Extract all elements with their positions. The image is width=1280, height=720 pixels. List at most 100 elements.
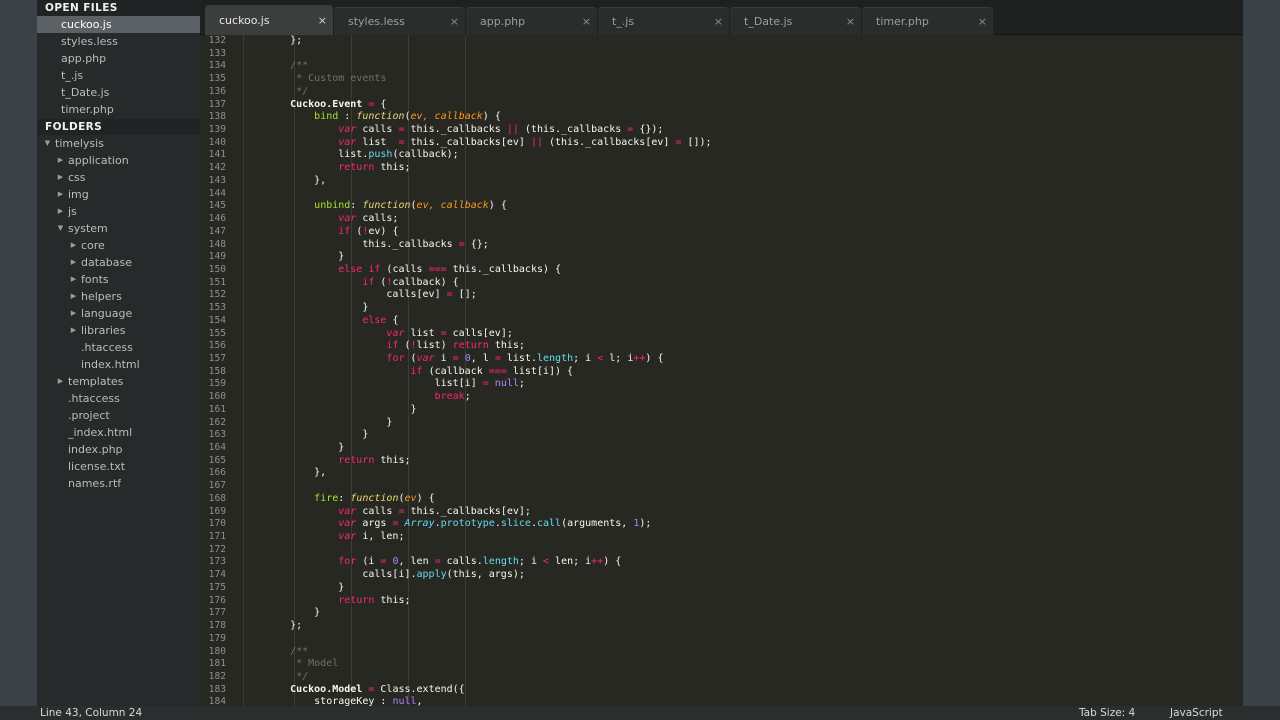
tree-file-item[interactable]: ▶.project <box>37 407 200 424</box>
tree-folder-item[interactable]: ▶fonts <box>37 271 200 288</box>
chevron-right-icon[interactable]: ▶ <box>69 254 78 271</box>
tree-file-item[interactable]: ▶license.txt <box>37 458 200 475</box>
tree-file-item[interactable]: ▶.htaccess <box>37 339 200 356</box>
tab-close-icon[interactable]: × <box>958 15 987 28</box>
code-token: []; <box>459 289 477 300</box>
code-token: (callback <box>429 366 489 377</box>
code-line <box>266 188 1243 201</box>
code-line: calls[i].apply(this, args); <box>266 569 1243 582</box>
code-token <box>266 493 314 504</box>
editor-tab[interactable]: timer.php× <box>862 7 993 35</box>
tree-folder-item[interactable]: ▶img <box>37 186 200 203</box>
chevron-right-icon[interactable]: ▶ <box>69 271 78 288</box>
line-number: 153 <box>200 302 243 315</box>
tree-folder-item[interactable]: ▶helpers <box>37 288 200 305</box>
chevron-right-icon[interactable]: ▶ <box>56 373 65 390</box>
open-file-label: timer.php <box>61 101 114 118</box>
code-token: slice <box>501 518 531 529</box>
code-editor[interactable]: 1321331341351361371381391401411421431441… <box>200 35 1243 706</box>
tree-file-item[interactable]: ▶index.html <box>37 356 200 373</box>
code-token: return <box>338 455 380 466</box>
tab-close-icon[interactable]: × <box>826 15 855 28</box>
code-token: {}); <box>639 124 663 135</box>
code-token <box>266 137 338 148</box>
chevron-right-icon[interactable]: ▶ <box>69 288 78 305</box>
code-line: else { <box>266 315 1243 328</box>
editor-tab[interactable]: styles.less× <box>334 7 465 35</box>
tree-folder-item[interactable]: ▶database <box>37 254 200 271</box>
editor-tab[interactable]: t_.js× <box>598 7 729 35</box>
editor-tab[interactable]: t_Date.js× <box>730 7 861 35</box>
code-token: = <box>398 137 410 148</box>
code-token: calls[ev]; <box>453 328 513 339</box>
chevron-right-icon[interactable]: ▶ <box>56 203 65 220</box>
chevron-right-icon[interactable]: ▶ <box>56 152 65 169</box>
code-line: } <box>266 302 1243 315</box>
code-token: this; <box>380 595 410 606</box>
code-token: var <box>338 124 356 135</box>
tree-folder-item[interactable]: ▶css <box>37 169 200 186</box>
code-token <box>266 213 338 224</box>
code-line: var calls = this._callbacks[ev]; <box>266 506 1243 519</box>
open-file-item[interactable]: ▶styles.less <box>37 33 200 50</box>
vertical-scrollbar[interactable] <box>1238 35 1243 706</box>
code-token <box>266 162 338 173</box>
code-token: (arguments, <box>561 518 633 529</box>
code-text-area[interactable]: }; /** * Custom events */ Cuckoo.Event =… <box>266 35 1243 706</box>
code-token: list[i] <box>266 378 483 389</box>
code-token: var <box>386 328 404 339</box>
editor-tab[interactable]: cuckoo.js× <box>205 5 333 35</box>
chevron-right-icon[interactable]: ▶ <box>69 237 78 254</box>
code-line: this._callbacks = {}; <box>266 239 1243 252</box>
chevron-down-icon[interactable]: ▼ <box>56 220 65 237</box>
code-token: === <box>429 264 453 275</box>
chevron-right-icon[interactable]: ▶ <box>56 169 65 186</box>
chevron-right-icon[interactable]: ▶ <box>69 305 78 322</box>
line-number: 145 <box>200 200 243 213</box>
tab-size-indicator[interactable]: Tab Size: 4 <box>1079 707 1135 719</box>
tree-folder-item[interactable]: ▶js <box>37 203 200 220</box>
chevron-right-icon[interactable]: ▶ <box>69 322 78 339</box>
tab-close-icon[interactable]: × <box>562 15 591 28</box>
code-token: ev) { <box>368 226 398 237</box>
open-file-item[interactable]: ▶t_.js <box>37 67 200 84</box>
tree-folder-item[interactable]: ▼system <box>37 220 200 237</box>
tree-folder-item[interactable]: ▶templates <box>37 373 200 390</box>
code-token: = <box>435 556 447 567</box>
editor-tab[interactable]: app.php× <box>466 7 597 35</box>
open-file-item[interactable]: ▶timer.php <box>37 101 200 118</box>
tree-folder-item[interactable]: ▶application <box>37 152 200 169</box>
tree-folder-item[interactable]: ▶core <box>37 237 200 254</box>
open-files-header: OPEN FILES <box>37 0 200 16</box>
line-number: 166 <box>200 467 243 480</box>
tab-close-icon[interactable]: × <box>694 15 723 28</box>
open-file-item[interactable]: ▶app.php <box>37 50 200 67</box>
code-token: } <box>266 607 320 618</box>
open-file-item[interactable]: ▶t_Date.js <box>37 84 200 101</box>
tree-file-item[interactable]: ▶index.php <box>37 441 200 458</box>
code-line: unbind: function(ev, callback) { <box>266 200 1243 213</box>
tree-item-label: index.html <box>81 356 140 373</box>
code-line: if (!ev) { <box>266 226 1243 239</box>
code-token: ; <box>465 391 471 402</box>
code-line: } <box>266 417 1243 430</box>
tree-item-label: _index.html <box>68 424 132 441</box>
tree-file-item[interactable]: ▶_index.html <box>37 424 200 441</box>
tab-close-icon[interactable]: × <box>298 14 327 27</box>
code-token: : <box>338 111 356 122</box>
language-indicator[interactable]: JavaScript <box>1170 707 1223 719</box>
code-token: push <box>368 149 392 160</box>
code-token: (callback); <box>392 149 458 160</box>
tree-file-item[interactable]: ▶names.rtf <box>37 475 200 492</box>
code-line: * Model <box>266 658 1243 671</box>
chevron-down-icon[interactable]: ▼ <box>43 135 52 152</box>
chevron-right-icon[interactable]: ▶ <box>56 186 65 203</box>
tree-folder-item[interactable]: ▶language <box>37 305 200 322</box>
tree-folder-item[interactable]: ▶libraries <box>37 322 200 339</box>
tab-close-icon[interactable]: × <box>430 15 459 28</box>
code-token: list <box>404 328 440 339</box>
open-file-item[interactable]: ▶cuckoo.js <box>37 16 200 33</box>
tree-folder-item[interactable]: ▼timelysis <box>37 135 200 152</box>
tree-file-item[interactable]: ▶.htaccess <box>37 390 200 407</box>
code-token: = <box>441 328 453 339</box>
